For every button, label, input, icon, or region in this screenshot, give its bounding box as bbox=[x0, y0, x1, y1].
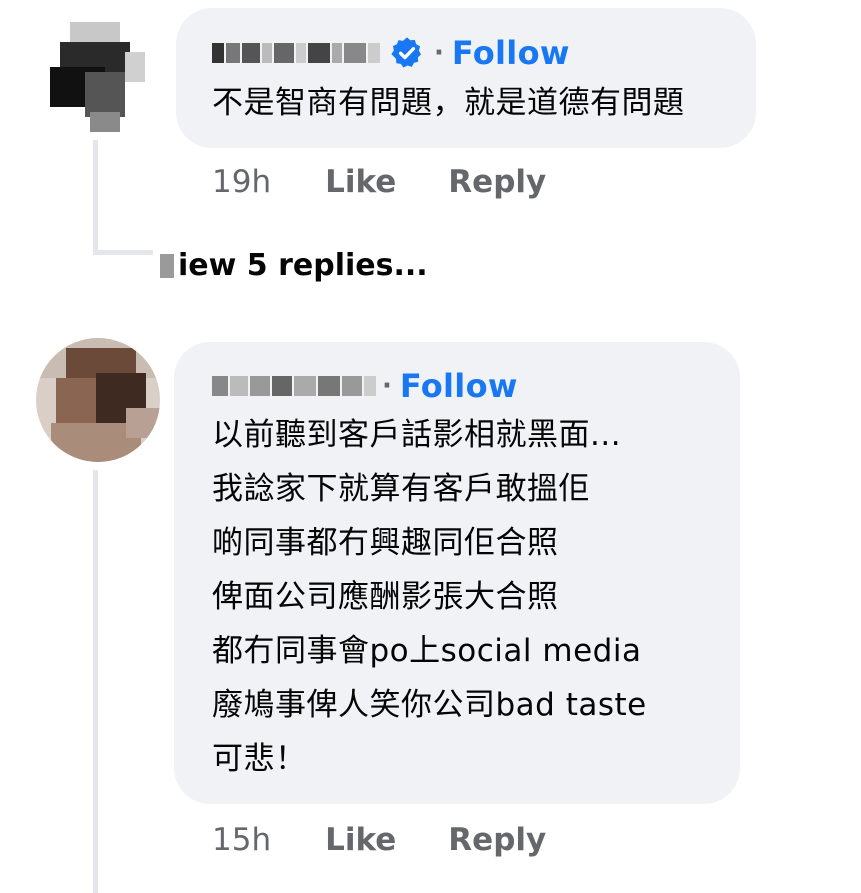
reply-button[interactable]: Reply bbox=[448, 822, 546, 858]
separator-dot: · bbox=[382, 371, 392, 401]
view-replies-label: iew 5 replies... bbox=[178, 248, 428, 283]
comment-text: 不是智商有問題，就是道德有問題 bbox=[212, 85, 685, 121]
reply-button[interactable]: Reply bbox=[448, 164, 546, 200]
timestamp[interactable]: 15h bbox=[212, 822, 271, 858]
like-button[interactable]: Like bbox=[325, 164, 396, 200]
comment-text: 以前聽到客戶話影相就黑面... 我諗家下就算有客戶敢搵佢 啲同事都冇興趣同佢合照… bbox=[212, 417, 647, 777]
avatar-image bbox=[36, 338, 160, 462]
separator-dot: · bbox=[434, 38, 444, 68]
avatar[interactable] bbox=[36, 338, 160, 462]
like-button[interactable]: Like bbox=[325, 822, 396, 858]
comment-actions: 19h Like Reply bbox=[212, 164, 546, 200]
avatar-image bbox=[30, 12, 158, 140]
thread-line-1 bbox=[93, 135, 98, 255]
timestamp[interactable]: 19h bbox=[212, 164, 271, 200]
author-name-blurred[interactable] bbox=[212, 376, 376, 396]
comment-header: · Follow bbox=[212, 366, 518, 406]
blurred-char bbox=[160, 254, 174, 278]
follow-button[interactable]: Follow bbox=[400, 367, 518, 405]
avatar[interactable] bbox=[30, 12, 158, 140]
follow-button[interactable]: Follow bbox=[452, 34, 570, 72]
thread-line-2 bbox=[93, 470, 98, 893]
author-name-blurred[interactable] bbox=[212, 43, 380, 63]
comment-actions: 15h Like Reply bbox=[212, 822, 546, 858]
comment-header: · Follow bbox=[212, 33, 570, 73]
view-replies-link[interactable]: iew 5 replies... bbox=[160, 248, 428, 283]
thread-line-1-curve bbox=[93, 250, 153, 255]
verified-badge-icon bbox=[391, 37, 422, 68]
